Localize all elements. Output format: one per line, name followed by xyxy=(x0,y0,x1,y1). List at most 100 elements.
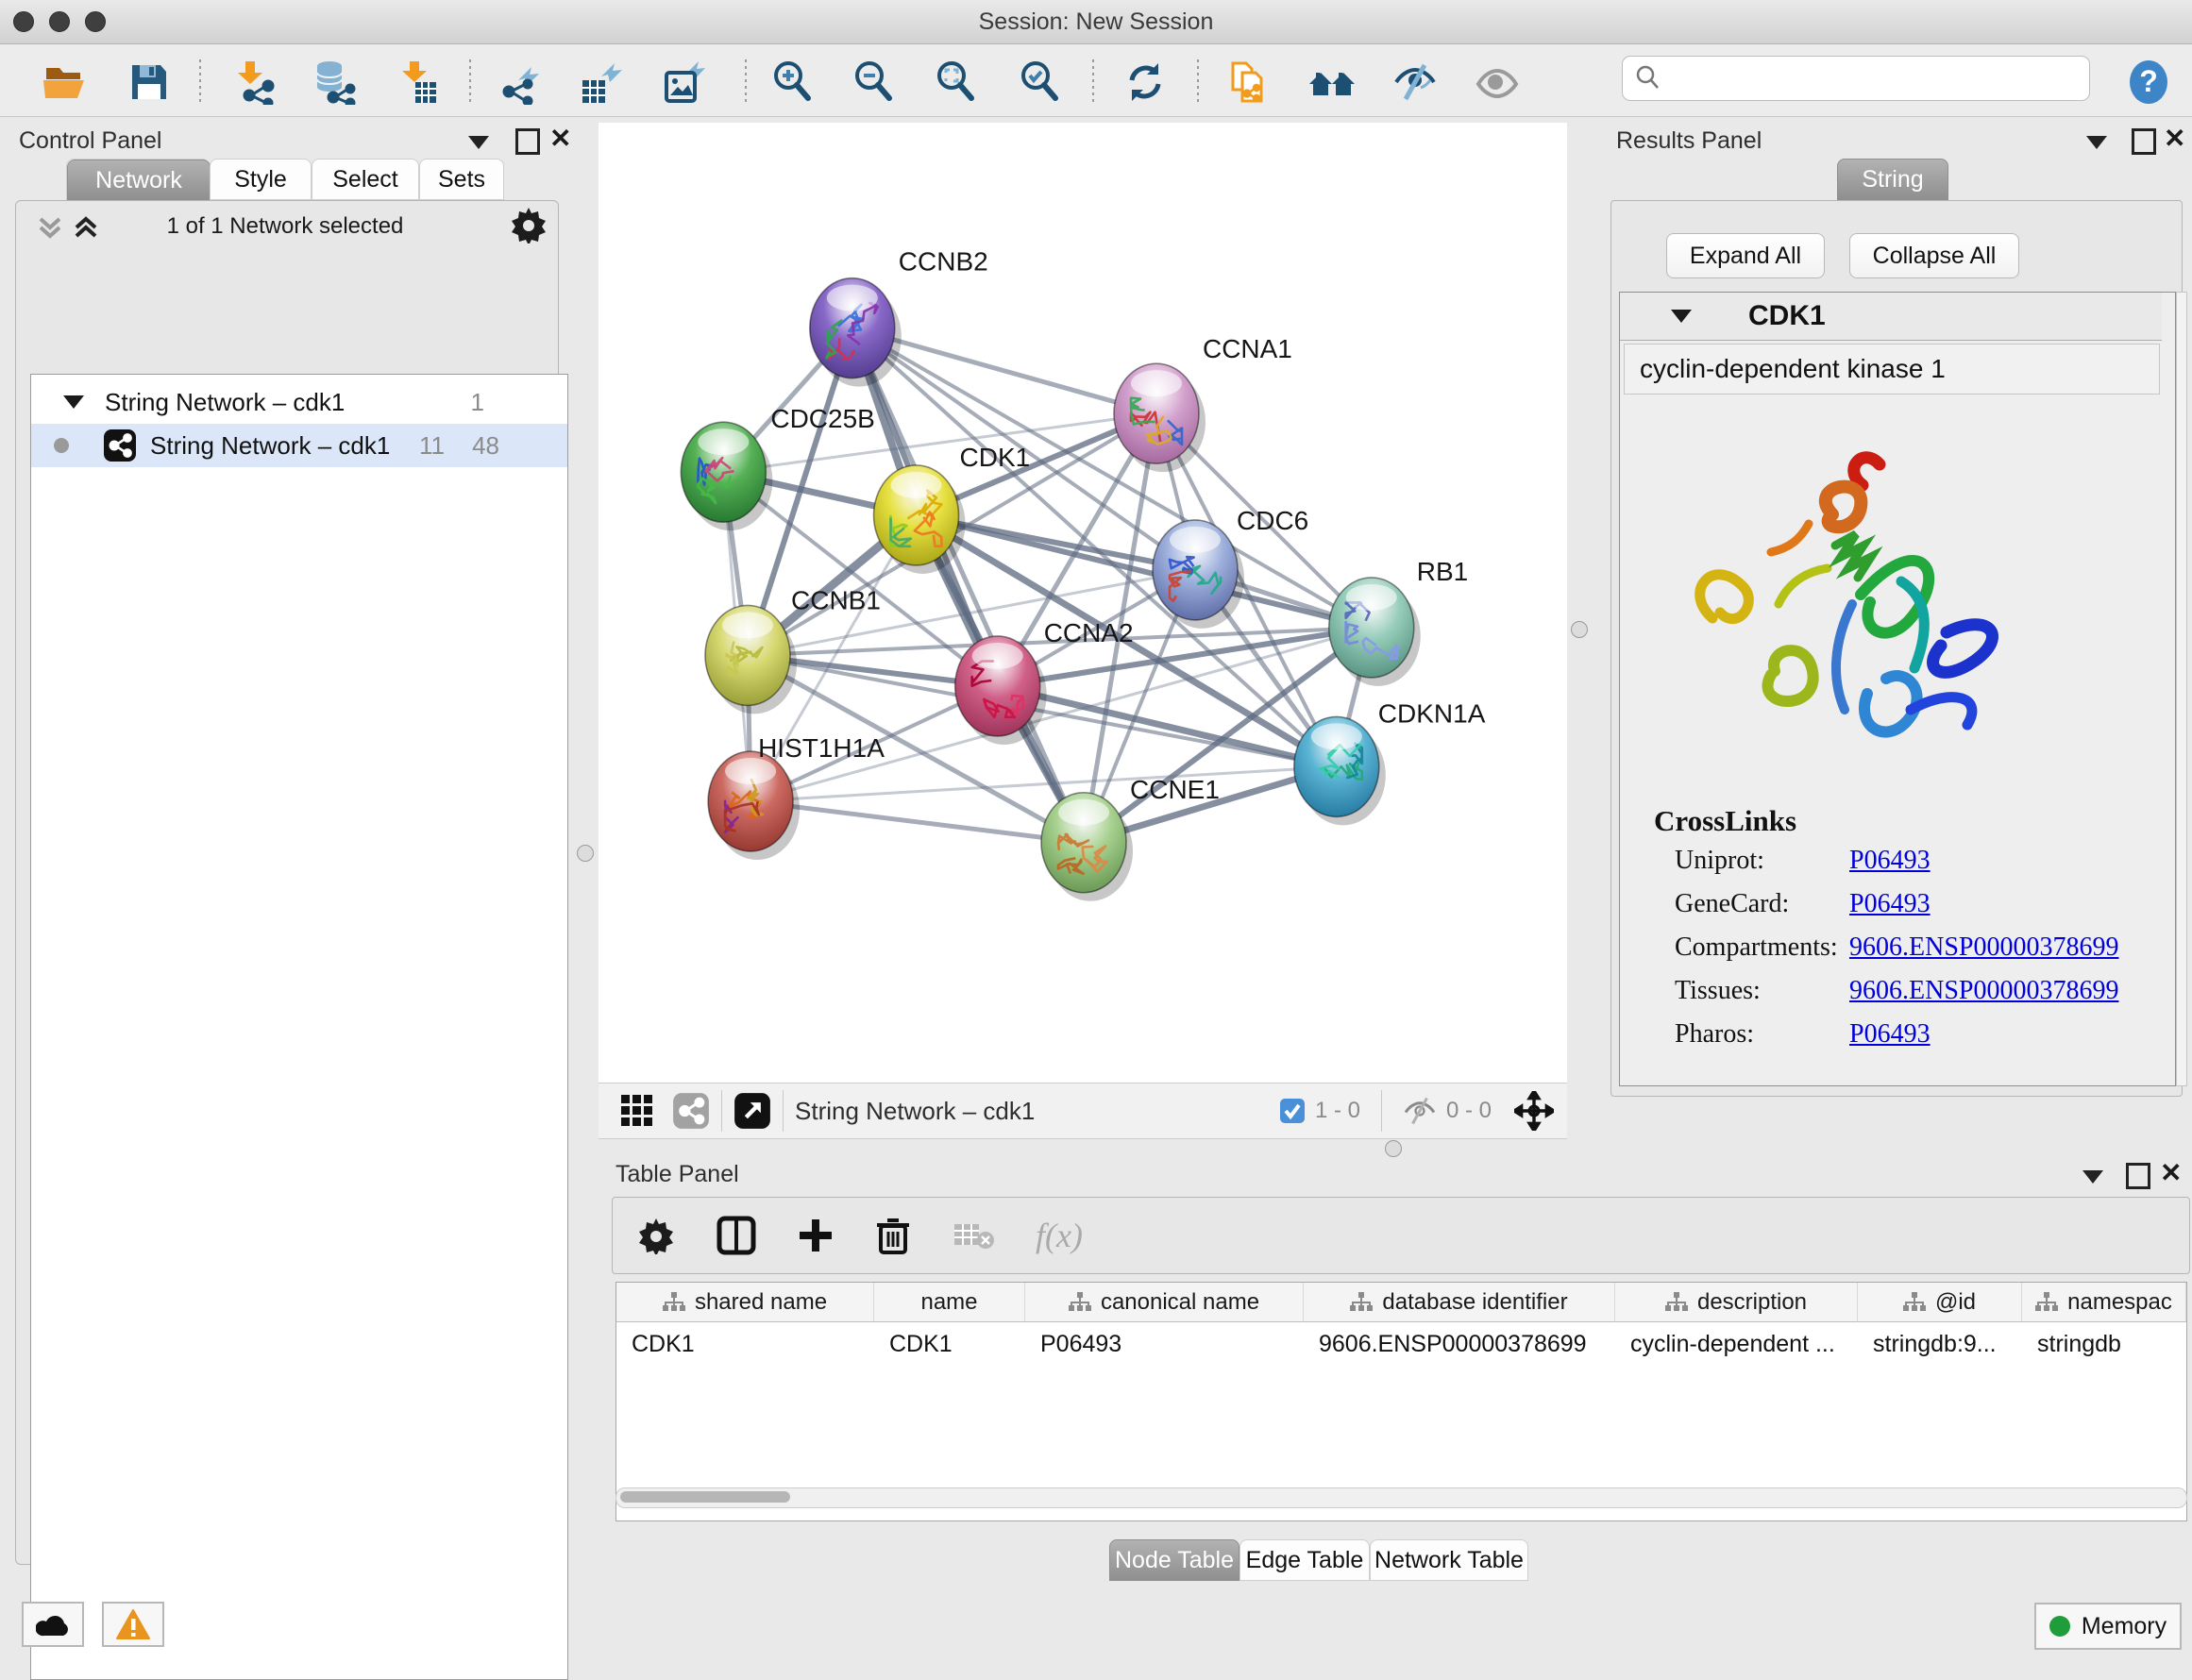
expand-all-button[interactable]: Expand All xyxy=(1666,233,1825,278)
node-label-HIST1H1A: HIST1H1A xyxy=(758,733,885,763)
import-network-file-button[interactable] xyxy=(228,58,281,107)
search-box[interactable] xyxy=(1622,56,2090,101)
delete-column-icon[interactable] xyxy=(875,1217,911,1254)
tab-string[interactable]: String xyxy=(1837,159,1948,200)
network-row[interactable]: String Network – cdk1 11 48 xyxy=(31,424,567,467)
home-pair-button[interactable] xyxy=(1306,58,1358,107)
panel-close-icon[interactable]: ✕ xyxy=(2164,123,2185,154)
table-cell[interactable]: 9606.ENSP00000378699 xyxy=(1304,1323,1615,1365)
panel-close-icon[interactable]: ✕ xyxy=(549,123,571,154)
table-cell[interactable]: CDK1 xyxy=(616,1323,874,1365)
right-splitter-grip[interactable] xyxy=(1571,621,1588,638)
network-collection-row[interactable]: String Network – cdk1 1 xyxy=(31,380,567,424)
network-options-gear-icon[interactable] xyxy=(510,206,548,248)
column-header--id[interactable]: @id xyxy=(1858,1283,2022,1322)
import-table-button[interactable] xyxy=(393,58,446,107)
zoom-selected-button[interactable] xyxy=(1014,58,1067,107)
table-cell[interactable]: cyclin-dependent ... xyxy=(1615,1323,1858,1365)
table-hscrollbar[interactable] xyxy=(615,1487,2187,1508)
network-node-RB1[interactable]: RB1 xyxy=(1329,557,1468,686)
column-header-namespac[interactable]: namespac xyxy=(2022,1283,2186,1322)
tab-node-table[interactable]: Node Table xyxy=(1109,1539,1239,1581)
collection-expand-icon[interactable] xyxy=(63,395,84,409)
open-file-button[interactable] xyxy=(38,58,91,107)
grid-view-icon[interactable] xyxy=(619,1093,655,1129)
table-cell[interactable]: stringdb xyxy=(2022,1323,2186,1365)
add-column-icon[interactable] xyxy=(798,1218,834,1253)
panel-float-icon[interactable] xyxy=(515,128,540,155)
left-splitter-grip[interactable] xyxy=(577,845,594,862)
export-table-button[interactable] xyxy=(575,58,628,107)
detach-view-icon[interactable] xyxy=(733,1092,771,1130)
tab-select[interactable]: Select xyxy=(312,159,419,200)
save-session-button[interactable] xyxy=(123,58,176,107)
network-node-CCNB2[interactable]: CCNB2 xyxy=(810,247,988,387)
export-network-button[interactable] xyxy=(494,58,547,107)
string-documents-button[interactable] xyxy=(1222,58,1274,107)
network-node-HIST1H1A[interactable]: HIST1H1A xyxy=(708,733,885,860)
panel-float-icon[interactable] xyxy=(2126,1163,2150,1189)
hidden-eye-icon[interactable] xyxy=(1403,1097,1437,1125)
birdseye-view-icon[interactable] xyxy=(672,1092,710,1130)
protein-card-header[interactable]: CDK1 xyxy=(1620,293,2162,341)
network-node-CCNE1[interactable]: CCNE1 xyxy=(1041,775,1220,901)
tab-network[interactable]: Network xyxy=(66,159,210,200)
refresh-button[interactable] xyxy=(1119,58,1172,107)
table-gear-icon[interactable] xyxy=(637,1217,675,1254)
selected-checkbox-icon[interactable] xyxy=(1279,1098,1306,1124)
search-input[interactable] xyxy=(1670,64,2080,92)
warnings-button[interactable] xyxy=(102,1602,164,1647)
column-header-description[interactable]: description xyxy=(1615,1283,1858,1322)
crosslink-value-link[interactable]: 9606.ENSP00000378699 xyxy=(1849,976,2118,1006)
column-header-canonical-name[interactable]: canonical name xyxy=(1025,1283,1304,1322)
collapse-all-button[interactable]: Collapse All xyxy=(1849,233,2019,278)
table-cell[interactable]: stringdb:9... xyxy=(1858,1323,2022,1365)
network-node-CDKN1A[interactable]: CDKN1A xyxy=(1294,698,1486,825)
column-selector-icon[interactable] xyxy=(717,1216,756,1255)
expand-all-networks-icon[interactable] xyxy=(70,211,102,248)
zoom-in-button[interactable] xyxy=(767,58,819,107)
tab-network-table[interactable]: Network Table xyxy=(1370,1539,1528,1581)
table-hscrollbar-thumb[interactable] xyxy=(620,1491,790,1503)
protein-collapse-icon[interactable] xyxy=(1671,310,1692,323)
show-all-button[interactable] xyxy=(1471,58,1524,107)
crosslink-label: Uniprot: xyxy=(1675,846,1849,876)
table-cell[interactable]: P06493 xyxy=(1025,1323,1304,1365)
tab-sets[interactable]: Sets xyxy=(419,159,504,200)
network-node-CCNA1[interactable]: CCNA1 xyxy=(1114,334,1292,472)
network-node-CDC6[interactable]: CDC6 xyxy=(1153,506,1308,629)
hide-unselected-button[interactable] xyxy=(1389,58,1442,107)
zoom-out-button[interactable] xyxy=(848,58,901,107)
collapse-all-networks-icon[interactable] xyxy=(34,211,66,248)
network-edge[interactable] xyxy=(852,328,1084,843)
crosslink-value-link[interactable]: P06493 xyxy=(1849,889,1931,919)
import-network-database-button[interactable] xyxy=(309,58,362,107)
panel-float-icon[interactable] xyxy=(2132,128,2156,155)
results-scrollbar[interactable] xyxy=(2176,292,2187,1086)
tab-edge-table[interactable]: Edge Table xyxy=(1239,1539,1370,1581)
netbar-separator xyxy=(721,1090,722,1132)
tab-style[interactable]: Style xyxy=(210,159,312,200)
column-header-database-identifier[interactable]: database identifier xyxy=(1304,1283,1615,1322)
crosslink-value-link[interactable]: 9606.ENSP00000378699 xyxy=(1849,932,2118,963)
crosslink-value-link[interactable]: P06493 xyxy=(1849,846,1931,876)
bottom-splitter-grip[interactable] xyxy=(1385,1140,1402,1157)
memory-button[interactable]: Memory xyxy=(2034,1603,2182,1650)
panel-menu-icon[interactable] xyxy=(2086,136,2107,149)
column-header-name[interactable]: name xyxy=(874,1283,1025,1322)
fit-content-crosshair-icon[interactable] xyxy=(1514,1091,1554,1131)
help-button[interactable]: ? xyxy=(2122,58,2175,107)
panel-menu-icon[interactable] xyxy=(468,136,489,149)
cloud-button[interactable] xyxy=(22,1602,84,1647)
crosslink-value-link[interactable]: P06493 xyxy=(1849,1019,1931,1050)
column-header-shared-name[interactable]: shared name xyxy=(616,1283,874,1322)
node-table[interactable]: shared nameCDK1nameCDK1canonical nameP06… xyxy=(615,1282,2187,1521)
table-cell[interactable]: CDK1 xyxy=(874,1323,1025,1365)
network-edge[interactable] xyxy=(750,801,1084,843)
panel-close-icon[interactable]: ✕ xyxy=(2160,1157,2182,1188)
panel-menu-icon[interactable] xyxy=(2082,1170,2103,1184)
export-image-button[interactable] xyxy=(657,58,710,107)
network-canvas[interactable]: CCNB2CCNA1CDC25BCDK1CDC6RB1CCNB1CCNA2CDK… xyxy=(599,123,1567,1083)
zoom-fit-button[interactable] xyxy=(930,58,983,107)
network-node-CDC25B[interactable]: CDC25B xyxy=(681,404,874,530)
